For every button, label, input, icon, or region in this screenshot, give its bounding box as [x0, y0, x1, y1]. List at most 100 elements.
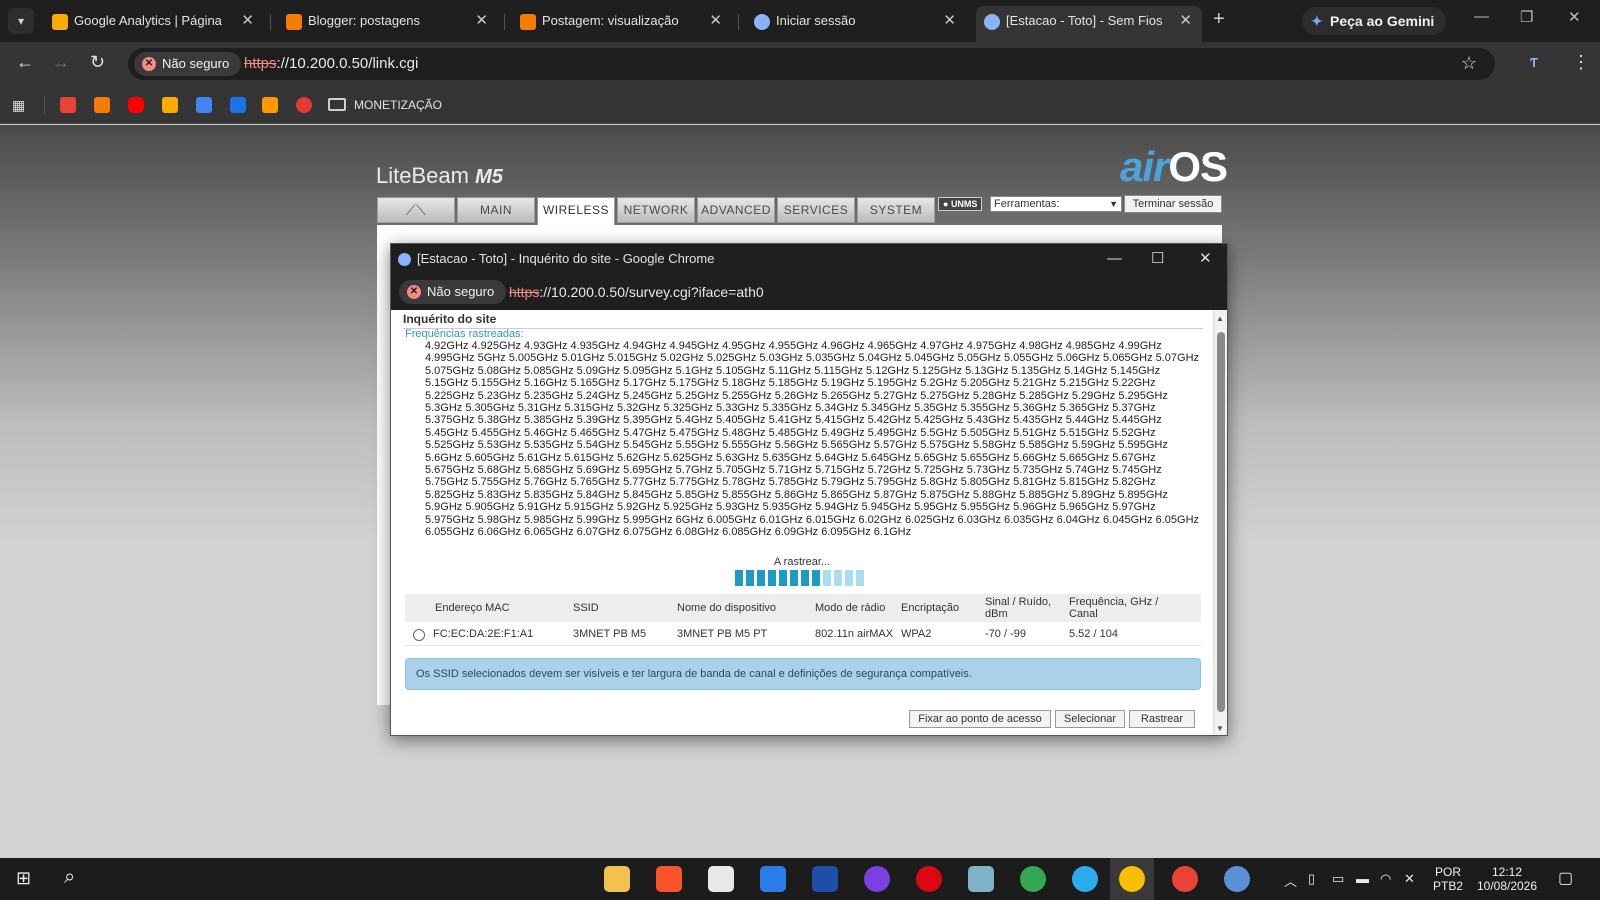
popup-scrollbar[interactable]: ▲ ▼ — [1213, 310, 1227, 735]
new-tab-icon[interactable]: + — [1213, 8, 1225, 31]
scroll-up-icon[interactable]: ▲ — [1216, 314, 1224, 323]
tab-blogger-posts[interactable]: Blogger: postagens ✕ — [278, 6, 498, 38]
file-explorer-icon[interactable] — [604, 866, 630, 892]
notifications-icon[interactable]: ▢ — [1558, 868, 1573, 888]
reload-icon[interactable]: ↻ — [90, 52, 105, 73]
address-bar[interactable]: ✕ Não seguro https://10.200.0.50/link.cg… — [128, 48, 1495, 80]
security-chip[interactable]: ✕ Não seguro — [134, 52, 242, 76]
language-indicator[interactable]: POR PTB2 — [1428, 865, 1468, 893]
more-menu-icon[interactable]: ⋮ — [1572, 52, 1590, 73]
tab-wireless[interactable]: WIRELESS — [537, 197, 615, 227]
show-hidden-icons-chevron-icon[interactable]: ︿ — [1284, 871, 1297, 890]
tab-network[interactable]: NETWORK — [617, 197, 695, 223]
col-mac[interactable]: Endereço MAC — [435, 594, 565, 622]
bing-icon[interactable] — [230, 97, 246, 113]
url-scheme: https — [509, 284, 540, 300]
device-icon[interactable]: ▯ — [1308, 871, 1315, 887]
apps-grid-icon[interactable]: ▦ — [12, 97, 28, 113]
back-icon[interactable]: ← — [16, 52, 34, 73]
popup-window-title: [Estacao - Toto] - Inquérito do site - G… — [417, 251, 715, 266]
tab-services[interactable]: SERVICES — [777, 197, 855, 223]
wifi-icon[interactable]: ◠ — [1380, 871, 1391, 887]
microsoft-store-icon[interactable] — [708, 866, 734, 892]
windows-start-icon[interactable]: ⊞ — [16, 868, 31, 889]
col-radio-mode[interactable]: Modo de rádio — [815, 594, 895, 622]
url-text[interactable]: https://10.200.0.50/link.cgi — [244, 48, 418, 80]
network-app-icon[interactable] — [1224, 866, 1250, 892]
tab-google-analytics[interactable]: Google Analytics | Página inic ✕ — [44, 6, 264, 38]
scroll-down-icon[interactable]: ▼ — [1216, 724, 1224, 733]
tools-select[interactable]: Ferramentas: ▼ — [990, 196, 1122, 212]
gemini-button[interactable]: ✦ Peça ao Gemini — [1302, 7, 1447, 35]
search-icon[interactable]: ⌕ — [64, 866, 75, 889]
close-tab-icon[interactable]: ✕ — [475, 6, 488, 36]
brand-model: M5 — [475, 166, 503, 188]
telegram-icon[interactable] — [1072, 866, 1098, 892]
restore-icon[interactable]: ❐ — [1520, 8, 1533, 26]
youtube-icon[interactable] — [128, 97, 144, 113]
col-device-name[interactable]: Nome do dispositivo — [677, 594, 807, 622]
defender-icon[interactable] — [760, 866, 786, 892]
amazon-icon[interactable] — [262, 97, 278, 113]
bookmark-star-icon[interactable]: ☆ — [1461, 53, 1477, 74]
tools-select-value: Ferramentas: — [994, 198, 1060, 210]
minimize-icon[interactable]: — — [1474, 8, 1489, 25]
close-tab-icon[interactable]: ✕ — [1179, 6, 1192, 36]
app-icon[interactable] — [968, 866, 994, 892]
vpn-shield-icon[interactable] — [812, 866, 838, 892]
tab-wireless-active[interactable]: [Estacao - Toto] - Sem Fios ✕ — [976, 6, 1202, 42]
tab-main[interactable]: MAIN — [457, 197, 535, 223]
extension-icon[interactable]: Ƭ — [1530, 55, 1538, 70]
tab-system[interactable]: SYSTEM — [857, 197, 935, 223]
chrome-icon[interactable] — [1119, 866, 1145, 892]
vivaldi-icon[interactable] — [296, 97, 312, 113]
close-tab-icon[interactable]: ✕ — [709, 6, 722, 36]
lock-to-ap-button[interactable]: Fixar ao ponto de acesso — [909, 710, 1051, 728]
table-row[interactable]: FC:EC:DA:2E:F1:A1 3MNET PB M5 3MNET PB M… — [405, 622, 1201, 646]
popup-security-chip[interactable]: ✕ Não seguro — [399, 280, 507, 304]
gmail-icon[interactable] — [60, 97, 76, 113]
col-signal-noise[interactable]: Sinal / Ruído, dBm — [985, 594, 1055, 622]
tab-ubiquiti-logo[interactable]: ⟋⟍ — [377, 197, 455, 223]
display-icon[interactable]: ▭ — [1332, 871, 1344, 887]
tab-title: [Estacao - Toto] - Sem Fios — [1006, 13, 1162, 28]
opera-icon[interactable] — [916, 866, 942, 892]
analytics-icon[interactable] — [162, 97, 178, 113]
blogger-icon[interactable] — [94, 97, 110, 113]
clock[interactable]: 12:12 10/08/2026 — [1470, 865, 1544, 893]
popup-maximize-icon[interactable]: ☐ — [1151, 244, 1164, 274]
col-frequency-channel[interactable]: Frequência, GHz / Canal — [1069, 594, 1179, 622]
scan-button[interactable]: Rastrear — [1129, 710, 1195, 728]
tab-title: Google Analytics | Página inic — [74, 13, 224, 28]
url-path: ://10.200.0.50/survey.cgi?iface=ath0 — [539, 284, 764, 300]
select-button[interactable]: Selecionar — [1055, 710, 1125, 728]
logout-button[interactable]: Terminar sessão — [1124, 195, 1222, 213]
popup-minimize-icon[interactable]: — — [1107, 244, 1122, 274]
forward-icon[interactable]: → — [52, 52, 70, 73]
tab-blogger-preview[interactable]: Postagem: visualização ✕ — [512, 6, 732, 38]
tab-advanced[interactable]: ADVANCED — [697, 197, 775, 223]
chrome-app-icon[interactable] — [1172, 866, 1198, 892]
battery-icon[interactable]: ▬ — [1356, 871, 1369, 886]
chevron-down-icon: ▼ — [1109, 199, 1118, 209]
search-console-icon[interactable] — [196, 97, 212, 113]
media-player-icon[interactable] — [864, 866, 890, 892]
close-window-icon[interactable]: ✕ — [1568, 8, 1581, 26]
warning-icon: ✕ — [407, 285, 421, 299]
tab-search-icon[interactable]: ▾ — [8, 8, 34, 34]
scroll-thumb[interactable] — [1217, 332, 1225, 712]
brave-icon[interactable] — [656, 866, 682, 892]
cell-encryption: WPA2 — [901, 628, 932, 640]
tab-login[interactable]: Iniciar sessão ✕ — [746, 6, 966, 38]
row-select-radio[interactable] — [413, 629, 425, 641]
col-encryption[interactable]: Encriptação — [901, 594, 973, 622]
close-tab-icon[interactable]: ✕ — [241, 6, 254, 36]
close-tab-icon[interactable]: ✕ — [943, 6, 956, 36]
keyboard-layout: PTB2 — [1432, 879, 1463, 893]
bookmark-folder-monetizacao[interactable]: MONETIZAÇÃO — [328, 95, 442, 115]
progress-segment — [757, 570, 765, 586]
popup-close-icon[interactable]: ✕ — [1199, 244, 1212, 274]
volume-muted-icon[interactable]: ✕ — [1404, 871, 1415, 887]
col-ssid[interactable]: SSID — [573, 594, 663, 622]
chrome-profile-icon[interactable] — [1020, 866, 1046, 892]
